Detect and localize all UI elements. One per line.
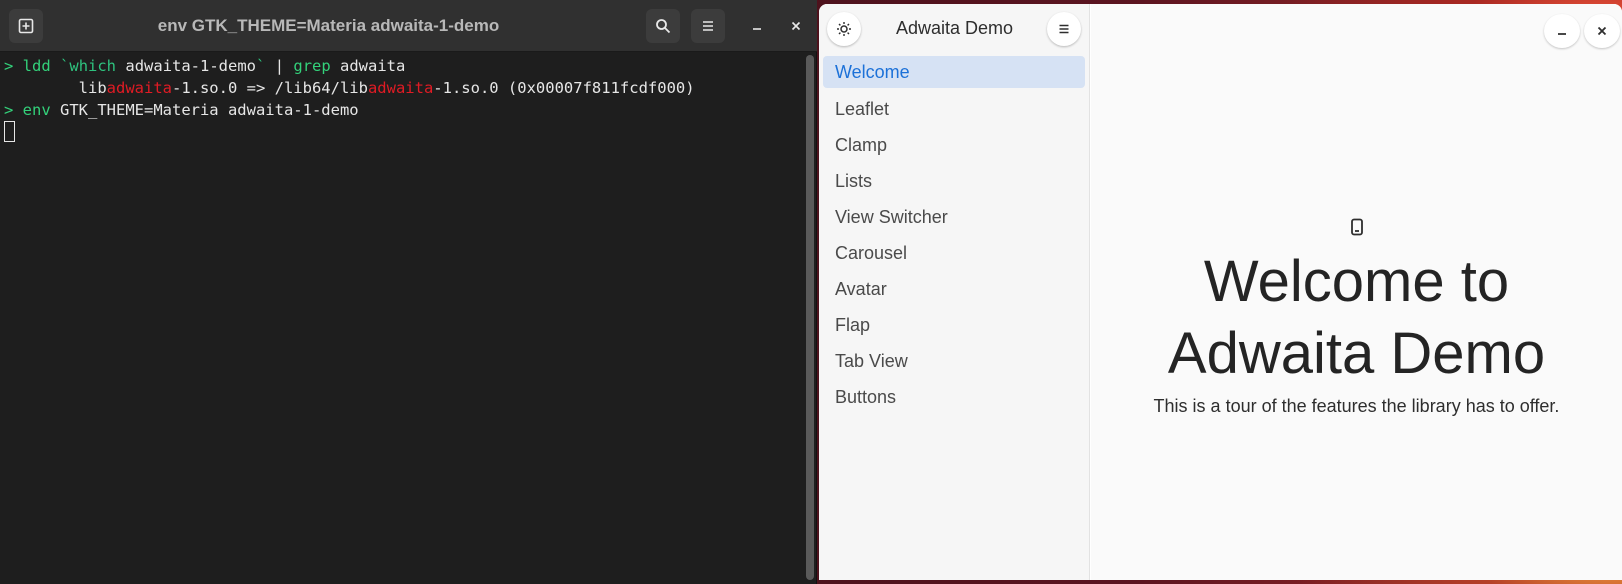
minimize-icon	[1558, 33, 1566, 35]
prompt: >	[4, 57, 23, 75]
terminal-line: > env GTK_THEME=Materia adwaita-1-demo	[4, 99, 801, 121]
pipe: |	[265, 57, 294, 75]
sidebar-headerbar: Adwaita Demo	[819, 4, 1090, 52]
grep-match: adwaita	[367, 79, 434, 97]
sidebar-item-leaflet[interactable]: Leaflet	[823, 91, 1085, 127]
command: env	[22, 101, 51, 119]
minimize-icon	[753, 28, 761, 30]
menu-button[interactable]	[691, 9, 725, 43]
text-cursor	[4, 121, 15, 142]
hamburger-menu-icon	[703, 21, 713, 31]
argument: adwaita-1-demo	[116, 57, 257, 75]
terminal-line: libadwaita-1.so.0 => /lib64/libadwaita-1…	[4, 77, 801, 99]
search-icon	[656, 19, 671, 34]
backtick: `	[256, 57, 266, 75]
app-title: Adwaita Demo	[895, 17, 1014, 38]
terminal-scrollbar[interactable]	[806, 55, 814, 580]
terminal-line: > ldd `which adwaita-1-demo` | grep adwa…	[4, 55, 801, 77]
close-icon	[1597, 26, 1607, 36]
command: ldd	[22, 57, 51, 75]
prompt: >	[4, 101, 23, 119]
grep-command: grep	[293, 57, 331, 75]
backtick: `	[60, 57, 70, 75]
welcome-title: Welcome to Adwaita Demo	[1167, 249, 1546, 386]
terminal-title: env GTK_THEME=Materia adwaita-1-demo	[157, 16, 500, 35]
hamburger-menu-icon	[1059, 24, 1069, 34]
sidebar-item-carousel[interactable]: Carousel	[823, 235, 1085, 271]
welcome-page: Welcome to Adwaita Demo This is a tour o…	[1091, 218, 1622, 417]
sidebar-item-view-switcher[interactable]: View Switcher	[823, 199, 1085, 235]
phone-icon	[1350, 218, 1363, 236]
argument: GTK_THEME=Materia adwaita-1-demo	[50, 101, 359, 119]
search-button[interactable]	[646, 9, 680, 43]
grep-match: adwaita	[106, 79, 172, 97]
terminal-line	[4, 121, 801, 143]
sidebar: Adwaita Demo Welcome Leaflet Clamp Lists…	[819, 4, 1090, 580]
sidebar-item-buttons[interactable]: Buttons	[823, 379, 1085, 415]
sidebar-item-tab-view[interactable]: Tab View	[823, 343, 1085, 379]
sidebar-item-clamp[interactable]: Clamp	[823, 127, 1085, 163]
sidebar-item-flap[interactable]: Flap	[823, 307, 1085, 343]
new-tab-button[interactable]	[9, 9, 43, 43]
minimize-button[interactable]	[1544, 14, 1580, 48]
argument: adwaita	[330, 57, 406, 75]
close-icon	[791, 21, 801, 31]
terminal-output[interactable]: > ldd `which adwaita-1-demo` | grep adwa…	[0, 52, 805, 584]
theme-button[interactable]	[827, 12, 861, 46]
output-text: lib	[4, 79, 107, 97]
content-pane: Welcome to Adwaita Demo This is a tour o…	[1091, 4, 1622, 580]
output-text: -1.so.0 => /lib64/lib	[171, 79, 368, 97]
output-text: -1.so.0 (0x00007f811fcdf000)	[433, 79, 695, 97]
which-command: which	[69, 57, 117, 75]
terminal-window: env GTK_THEME=Materia adwaita-1-demo > l…	[0, 0, 817, 584]
sun-icon	[837, 22, 851, 36]
close-button[interactable]	[779, 9, 813, 43]
close-button[interactable]	[1584, 14, 1620, 48]
sidebar-item-welcome[interactable]: Welcome	[823, 56, 1085, 88]
sidebar-nav: Welcome Leaflet Clamp Lists View Switche…	[823, 56, 1085, 415]
primary-menu-button[interactable]	[1047, 12, 1081, 46]
minimize-button[interactable]	[740, 9, 774, 43]
terminal-headerbar: env GTK_THEME=Materia adwaita-1-demo	[0, 0, 817, 52]
welcome-subtitle: This is a tour of the features the libra…	[1153, 396, 1560, 416]
sidebar-item-lists[interactable]: Lists	[823, 163, 1085, 199]
sidebar-item-avatar[interactable]: Avatar	[823, 271, 1085, 307]
new-tab-icon	[18, 18, 34, 34]
adwaita-demo-window: Adwaita Demo Welcome Leaflet Clamp Lists…	[819, 4, 1622, 580]
